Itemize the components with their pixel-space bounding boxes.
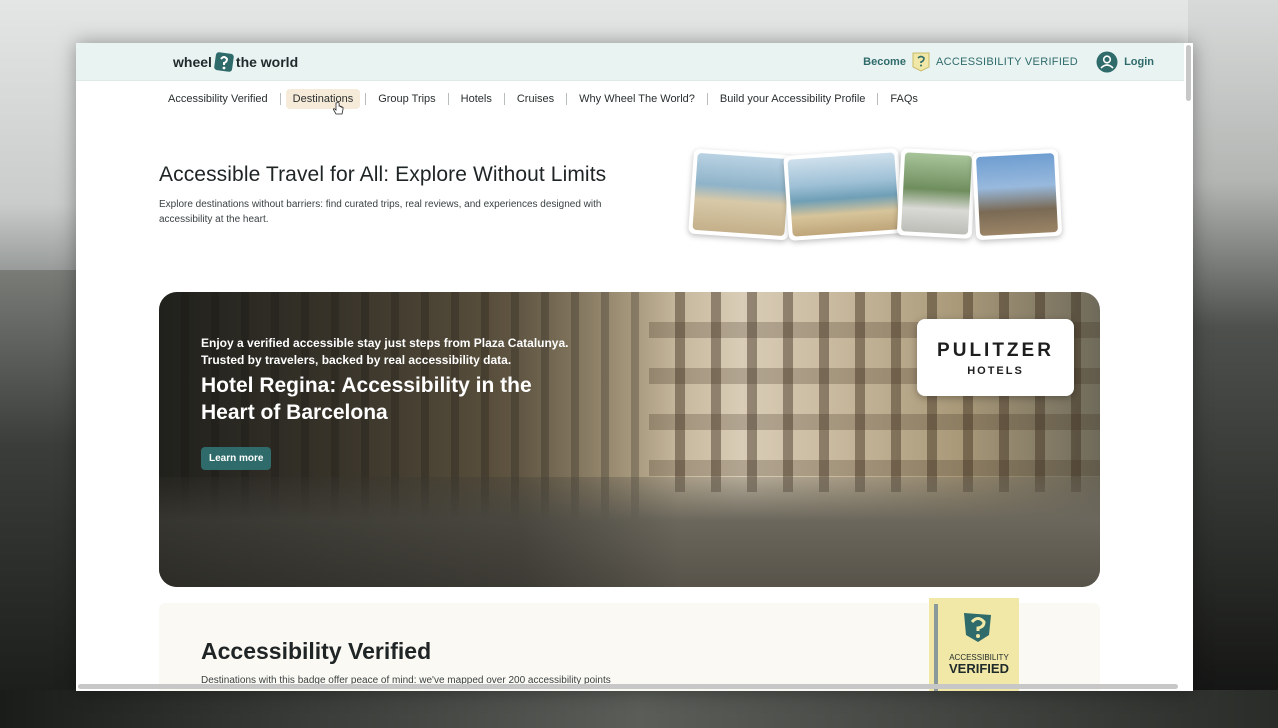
badge-line-2: VERIFIED xyxy=(949,661,1009,676)
nav-divider xyxy=(279,93,281,105)
travel-photo-2 xyxy=(783,148,904,241)
nav-divider xyxy=(566,93,568,105)
travel-photo-4 xyxy=(971,148,1063,241)
nav-divider xyxy=(503,93,505,105)
pulitzer-hotels-logo: PULITZER HOTELS xyxy=(917,319,1074,396)
nav-divider xyxy=(706,93,708,105)
logo-text-left: wheel xyxy=(173,54,212,70)
background-blur-right xyxy=(1188,0,1278,728)
browser-window: wheel the world Become ACCESSIBILITY VER… xyxy=(76,43,1193,691)
hero-subtitle: Explore destinations without barriers: f… xyxy=(159,199,602,225)
verified-badge-icon[interactable] xyxy=(912,52,930,72)
become-label[interactable]: Become xyxy=(863,56,906,68)
login-link[interactable]: Login xyxy=(1124,56,1154,68)
accessibility-verified-section: Accessibility Verified Destinations with… xyxy=(159,598,1100,691)
site-logo[interactable]: wheel the world xyxy=(173,52,298,72)
nav-item-accessibility-verified[interactable]: Accessibility Verified xyxy=(161,89,275,109)
accessibility-verified-link[interactable]: ACCESSIBILITY VERIFIED xyxy=(936,56,1078,68)
logo-text-right: the world xyxy=(235,54,299,70)
banner-title: Hotel Regina: Accessibility in the Heart… xyxy=(201,374,532,424)
accessibility-verified-badge: ACCESSIBILITY VERIFIED xyxy=(929,598,1019,691)
vertical-scrollbar[interactable] xyxy=(1186,45,1191,101)
background-blur-left xyxy=(0,270,80,710)
hand-pointer-cursor-icon xyxy=(332,102,344,115)
travel-photo-3 xyxy=(896,148,977,239)
nav-item-destinations[interactable]: Destinations xyxy=(285,89,361,109)
verified-question-icon xyxy=(964,613,991,642)
nav-divider xyxy=(447,93,449,105)
horizontal-scrollbar[interactable] xyxy=(78,684,1178,689)
nav-item-group-trips[interactable]: Group Trips xyxy=(371,89,442,109)
nav-item-hotels[interactable]: Hotels xyxy=(454,89,499,109)
travel-photo-1 xyxy=(688,148,794,241)
nav-divider xyxy=(365,93,367,105)
partner-name: PULITZER xyxy=(937,340,1054,361)
banner-kicker: Enjoy a verified accessible stay just st… xyxy=(201,336,569,367)
learn-more-button[interactable]: Learn more xyxy=(201,447,272,470)
top-bar-actions: Become ACCESSIBILITY VERIFIED Login xyxy=(863,51,1154,73)
beach-chair-photo xyxy=(787,152,900,237)
park-wheelchair-photo xyxy=(900,152,973,235)
nav-divider xyxy=(877,93,879,105)
background-bottom xyxy=(0,690,1278,728)
partner-subname: HOTELS xyxy=(967,365,1024,377)
main-nav: Accessibility Verified Destinations Grou… xyxy=(161,88,925,110)
nav-item-cruises[interactable]: Cruises xyxy=(510,89,561,109)
nav-item-why-wheel-the-world[interactable]: Why Wheel The World? xyxy=(572,89,702,109)
hotel-promo-banner[interactable]: Enjoy a verified accessible stay just st… xyxy=(159,292,1100,587)
nav-item-faqs[interactable]: FAQs xyxy=(883,89,925,109)
top-bar: wheel the world Become ACCESSIBILITY VER… xyxy=(76,43,1184,81)
nav-item-accessibility-profile[interactable]: Build your Accessibility Profile xyxy=(713,89,873,109)
section-title: Accessibility Verified xyxy=(201,638,432,664)
group-celebration-photo xyxy=(975,153,1059,236)
logo-mark-icon xyxy=(214,52,234,72)
hero-title: Accessible Travel for All: Explore Witho… xyxy=(159,163,607,186)
beach-wheelchair-photo xyxy=(692,152,790,237)
user-icon[interactable] xyxy=(1096,51,1118,73)
badge-ribbon xyxy=(934,604,938,691)
